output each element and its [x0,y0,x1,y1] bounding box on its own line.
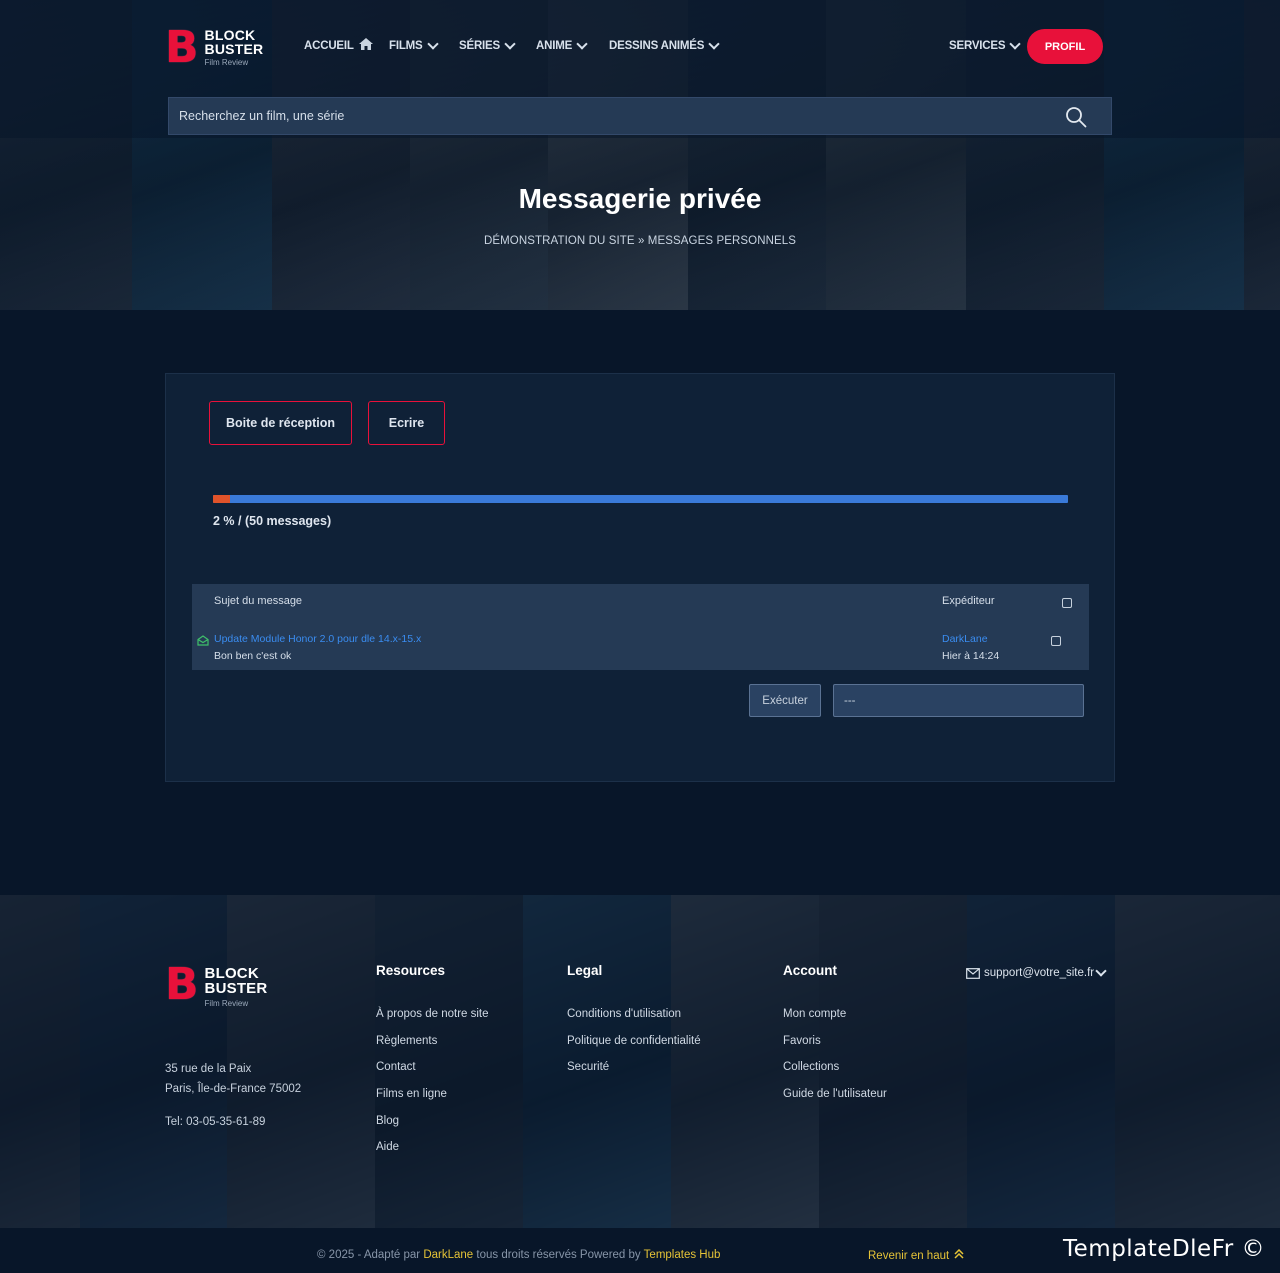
footer-link-rules[interactable]: Règlements [376,1035,437,1047]
back-to-top-label: Revenir en haut [868,1250,950,1262]
footer-link-about[interactable]: À propos de notre site [376,1008,489,1020]
breadcrumb: DÉMONSTRATION DU SITE » MESSAGES PERSONN… [0,235,1280,247]
copyright-prefix: © 2025 - Adapté par [317,1249,421,1261]
templates-hub-link[interactable]: Templates Hub [644,1249,721,1261]
footer-email-text: support@votre_site.fr [984,967,1095,979]
message-sender-link[interactable]: DarkLane [942,633,988,645]
logo-line-2: BUSTER [204,41,264,57]
copyright: © 2025 - Adapté par DarkLane tous droits… [317,1249,720,1261]
watermark-text: TemplateDleFr © [1063,1236,1266,1262]
select-all-checkbox[interactable] [1062,598,1072,608]
footer-link-contact[interactable]: Contact [376,1061,416,1073]
inbox-button[interactable]: Boite de réception [209,401,352,445]
write-button[interactable]: Ecrire [368,401,445,445]
back-to-top-link[interactable]: Revenir en haut [868,1248,964,1262]
footer-address-line-2: Paris, Île-de-France 75002 [165,1083,302,1095]
nav-dessins-animes[interactable]: DESSINS ANIMÉS [609,37,720,52]
footer-link-security[interactable]: Securité [567,1061,609,1073]
nav-services[interactable]: SERVICES [949,37,1022,52]
search-bar [168,97,1112,135]
col-sender: Expéditeur [942,595,995,607]
envelope-open-icon [197,635,209,646]
pm-panel: Boite de réception Ecrire 2 % / (50 mess… [165,373,1115,782]
nav-dessins-label: DESSINS ANIMÉS [609,40,705,52]
page-title: Messagerie privée [518,183,762,214]
profil-button[interactable]: PROFIL [1027,29,1103,64]
site-logo[interactable]: B BLOCK BUSTER Film Review [165,26,263,70]
nav-films-label: FILMS [389,40,423,52]
logo-line-1: BLOCK [204,965,259,982]
storage-progress-text: 2 % / (50 messages) [213,514,332,528]
col-subject: Sujet du message [214,595,303,607]
nav-anime-label: ANIME [536,40,573,52]
message-date: Hier à 14:24 [942,650,1000,662]
logo-line-2: BUSTER [204,980,268,997]
footer-link-privacy[interactable]: Politique de confidentialité [567,1035,701,1047]
footer-address-line-1: 35 rue de la Paix [165,1063,252,1075]
nav-series[interactable]: SÉRIES [459,37,516,52]
footer-account-title: Account [783,963,837,978]
storage-progress [213,495,1068,503]
copyright-middle: tous droits réservés Powered by [476,1249,641,1261]
execute-button[interactable]: Exécuter [749,684,821,717]
footer-link-terms[interactable]: Conditions d'utilisation [567,1008,681,1020]
logo-tagline: Film Review [204,58,249,67]
author-link[interactable]: DarkLane [423,1249,473,1261]
logo-tagline: Film Review [204,999,249,1008]
footer-phone: Tel: 03-05-35-61-89 [165,1116,266,1128]
nav-series-label: SÉRIES [459,40,500,52]
nav-anime[interactable]: ANIME [536,37,588,52]
mail-icon [966,967,980,979]
footer-background [0,895,1280,1228]
nav-films[interactable]: FILMS [389,37,439,52]
footer-link-films[interactable]: Films en ligne [376,1088,447,1100]
search-icon[interactable] [1065,106,1087,128]
search-input[interactable] [179,109,1039,123]
action-select[interactable]: --- [833,684,1084,717]
chevron-down-icon [576,37,588,50]
message-checkbox[interactable] [1051,636,1061,646]
chevron-down-icon [1095,964,1107,977]
chevron-down-icon [504,37,516,50]
footer-link-blog[interactable]: Blog [376,1115,399,1127]
nav-accueil[interactable]: ACCUEIL [304,38,373,52]
logo-line-1: BLOCK [204,27,256,43]
message-preview: Bon ben c'est ok [214,650,292,662]
nav-accueil-label: ACCUEIL [304,40,354,52]
footer-link-collections[interactable]: Collections [783,1061,839,1073]
breadcrumb-current: MESSAGES PERSONNELS [647,235,797,247]
chevron-down-icon [708,37,720,50]
footer-logo[interactable]: B BLOCK BUSTER Film Review [165,963,267,1011]
home-icon [358,38,373,50]
footer-link-guide[interactable]: Guide de l'utilisateur [783,1088,887,1100]
footer-link-favorites[interactable]: Favoris [783,1035,821,1047]
footer-link-my-account[interactable]: Mon compte [783,1008,846,1020]
chevron-down-icon [426,37,439,50]
messages-table: Sujet du message Expéditeur Update Modul… [192,584,1089,670]
message-subject-link[interactable]: Update Module Honor 2.0 pour dle 14.x-15… [214,633,421,645]
breadcrumb-separator: » [638,235,645,247]
footer-email[interactable]: support@votre_site.fr [966,964,1107,979]
logo-mark: B [165,22,199,73]
footer-legal-title: Legal [567,963,603,978]
footer-link-help[interactable]: Aide [376,1141,399,1153]
footer-resources-title: Resources [376,963,446,978]
storage-progress-fill [213,495,231,503]
nav-services-label: SERVICES [949,40,1006,52]
breadcrumb-home[interactable]: DÉMONSTRATION DU SITE [484,235,635,247]
footer-bottom-bar: © 2025 - Adapté par DarkLane tous droits… [0,1228,1280,1273]
double-chevron-up-icon [954,1248,964,1259]
logo-mark: B [165,959,199,1010]
chevron-down-icon [1009,37,1022,50]
